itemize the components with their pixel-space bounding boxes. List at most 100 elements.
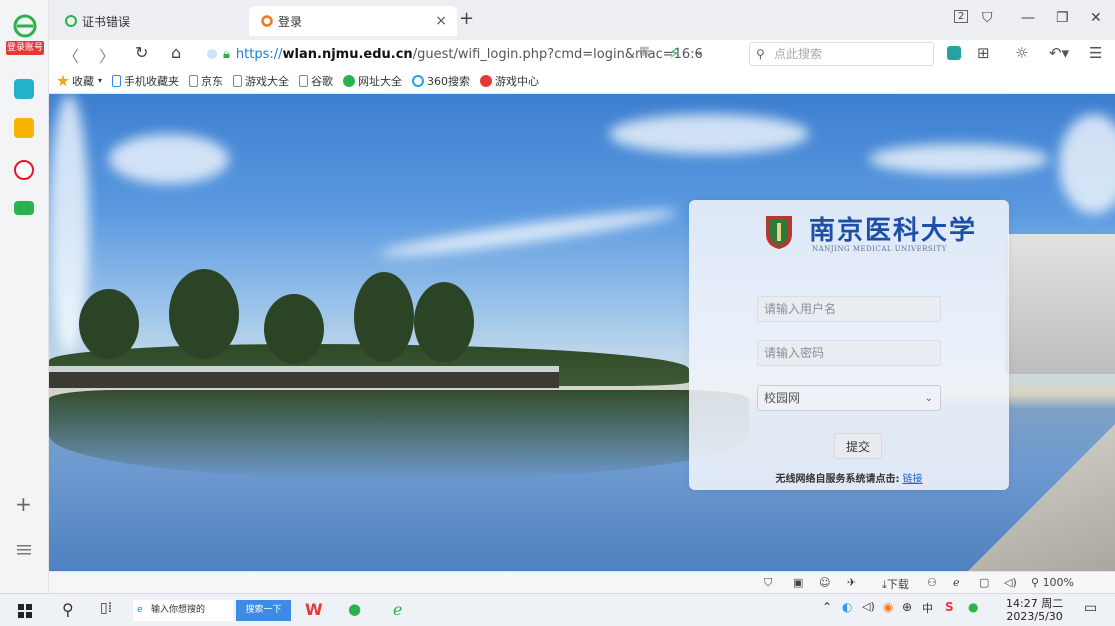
windows-start-icon[interactable] [18, 604, 32, 618]
reader-mode-icon[interactable] [947, 46, 961, 60]
tray-expand-icon[interactable]: ⌃ [822, 600, 832, 614]
menu-list-icon[interactable] [17, 544, 31, 556]
ime-icon[interactable]: 中 [922, 600, 933, 616]
minimize-icon[interactable]: — [1021, 10, 1035, 26]
close-tab-icon[interactable]: × [435, 13, 447, 29]
network-globe-icon[interactable]: ⊕ [902, 600, 912, 614]
wps-icon[interactable]: W [305, 600, 323, 619]
self-service-text: 无线网络自服务系统请点击: [775, 474, 900, 485]
bookmark-site-directory[interactable]: 网址大全 [343, 73, 402, 89]
bookmark-mobile[interactable]: 手机收藏夹 [112, 73, 179, 89]
university-name-cn: 南京医科大学 [809, 216, 978, 246]
undo-close-icon[interactable]: ↶▾ [1049, 44, 1069, 62]
bookmark-favorites[interactable]: 收藏 ▾ [57, 73, 102, 89]
task-view-icon[interactable]: ▯⁞ [100, 600, 112, 616]
speaker-icon[interactable]: ◁) [862, 600, 875, 613]
tab-title: 证书错误 [82, 14, 131, 29]
restore-icon[interactable]: ❐ [1056, 10, 1069, 26]
page-icon [233, 74, 243, 87]
skin-icon[interactable]: ⛉ [982, 10, 993, 26]
bookmark-label: 360搜索 [427, 74, 471, 88]
browser-360-icon[interactable]: ℯ [393, 600, 402, 619]
bookmark-label: 网址大全 [358, 74, 403, 88]
university-name-en: NANJING MEDICAL UNIVERSITY [812, 245, 947, 253]
search360-icon [412, 74, 425, 87]
taskbar-search-input[interactable]: e 输入你想搜的 [133, 600, 233, 621]
game-controller-icon[interactable]: ⚇ [927, 576, 937, 589]
bookmark-game-center[interactable]: 游戏中心 [480, 73, 539, 89]
self-service-link[interactable]: 链接 [903, 474, 923, 485]
clock-date: 2023/5/30 [1006, 610, 1063, 623]
chevron-down-icon: ⌄ [924, 393, 933, 404]
browser-ie-icon[interactable]: ℯ [953, 576, 960, 589]
taskbar-search-button[interactable]: 搜索一下 [236, 600, 291, 621]
screenshot-icon[interactable]: ▣ [793, 576, 803, 589]
notification-icon[interactable]: ▭ [1084, 600, 1097, 616]
bookmark-google[interactable]: 谷歌 [299, 73, 333, 89]
search-icon[interactable]: ⚲ [62, 600, 74, 619]
browser-sidebar: 登录账号 + [0, 0, 49, 596]
weibo-icon[interactable] [14, 160, 34, 180]
tab-login[interactable]: 登录 × [249, 6, 457, 36]
username-field[interactable] [757, 296, 941, 322]
emoji-icon[interactable]: ☺ [819, 576, 830, 589]
bookmark-label: 游戏大全 [245, 74, 290, 88]
bookmarks-bar: 收藏 ▾ 手机收藏夹 京东 游戏大全 谷歌 网址大全 360搜索 游戏中心 [49, 68, 1115, 94]
qr-icon[interactable]: ▦ [639, 44, 649, 57]
forward-icon[interactable]: 〉 [99, 43, 115, 67]
url-host: wlan.njmu.edu.cn [282, 46, 413, 62]
network-select[interactable]: 校园网 ⌄ [757, 385, 941, 411]
new-tab-button[interactable]: + [459, 8, 474, 29]
bookmark-label: 京东 [201, 74, 224, 88]
browser-logo-icon[interactable] [13, 14, 37, 38]
dropdown-chevron-icon[interactable]: ⌄ [694, 44, 704, 58]
address-bar: 〈 〉 ↻ ⌂ 🔒︎ https:// wlan.njmu.edu.cn /gu… [49, 40, 1115, 68]
grid-apps-icon[interactable]: ⊞ [977, 44, 990, 62]
browser-status-bar: ⛉ ▣ ☺ ✈ ⤓下载 ⚇ ℯ ▢ ◁) ⚲ 100% [49, 571, 1115, 593]
bookmark-jd[interactable]: 京东 [189, 73, 223, 89]
tab-certificate-error[interactable]: 证书错误 [53, 6, 249, 36]
tray-green-icon[interactable]: ● [968, 600, 978, 614]
wechat-icon[interactable]: ● [348, 600, 361, 618]
site-info-icon[interactable] [207, 49, 217, 59]
bookmark-label: 收藏 [72, 74, 94, 88]
bookmark-label: 谷歌 [311, 74, 334, 88]
windows-taskbar: ⚲ ▯⁞ e 输入你想搜的 搜索一下 W ● ℯ ⌃ ◐ ◁) ◉ ⊕ 中 S … [0, 593, 1115, 626]
speedup-icon[interactable]: ✈ [847, 576, 856, 589]
background-photo [109, 134, 229, 184]
system-clock[interactable]: 14:27 周二 2023/5/30 [1006, 597, 1063, 623]
page-icon [189, 74, 199, 87]
tray-360-icon[interactable]: ◐ [842, 600, 852, 614]
url-field[interactable]: 🔒︎ https:// wlan.njmu.edu.cn /guest/wifi… [207, 41, 735, 67]
search-input[interactable]: ⚲ 点此搜索 [749, 42, 934, 66]
bookmark-games[interactable]: 游戏大全 [233, 73, 289, 89]
tray-app-icon[interactable]: ◉ [883, 600, 893, 614]
submit-button[interactable]: 提交 [834, 433, 882, 459]
bookmark-360search[interactable]: 360搜索 [412, 73, 470, 89]
url-path: /guest/wifi_login.php?cmd=login&mac=16:6 [412, 46, 703, 62]
url-scheme: https:// [235, 46, 283, 62]
mail-icon[interactable] [14, 201, 34, 215]
home-icon[interactable]: ⌂ [171, 43, 181, 62]
brightness-icon[interactable]: ☼ [1015, 44, 1028, 62]
password-field[interactable] [757, 340, 941, 366]
apps-icon[interactable] [14, 79, 34, 99]
main-menu-icon[interactable]: ☰ [1089, 44, 1102, 62]
tab-count-icon[interactable]: 2 [954, 10, 969, 23]
add-sidebar-item-icon[interactable]: + [15, 494, 32, 514]
back-icon[interactable]: 〈 [63, 43, 79, 67]
tray-s-icon[interactable]: S [945, 600, 954, 614]
favorites-star-icon[interactable] [14, 118, 34, 138]
lock-icon: 🔒︎ [223, 46, 230, 62]
close-window-icon[interactable]: ✕ [1090, 10, 1102, 26]
download-icon[interactable]: ⤓下载 [882, 576, 909, 592]
ie-icon [65, 15, 77, 27]
login-account-button[interactable]: 登录账号 [6, 41, 44, 55]
accelerate-icon[interactable]: ⚡ [669, 44, 680, 62]
window-icon[interactable]: ▢ [979, 576, 989, 589]
zoom-level[interactable]: ⚲ 100% [1031, 576, 1074, 589]
reload-icon[interactable]: ↻ [135, 43, 148, 62]
shield-icon[interactable]: ⛉ [764, 576, 772, 590]
search-placeholder: 点此搜索 [774, 47, 823, 61]
volume-icon[interactable]: ◁) [1004, 576, 1017, 589]
